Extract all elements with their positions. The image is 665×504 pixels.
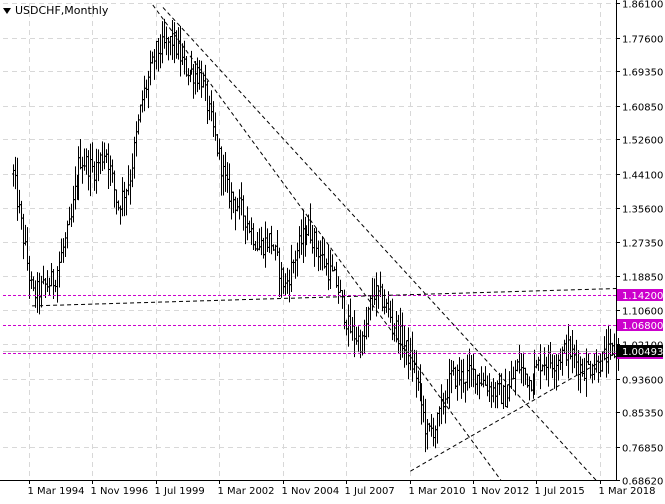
x-tick-label: 1 Mar 2018 [599, 486, 656, 497]
x-tick-label: 1 Nov 2012 [472, 486, 530, 497]
y-tick-label: 1.44100 [622, 171, 663, 182]
y-tick-label: 1.18850 [622, 273, 663, 284]
level-label: 1.06800 [622, 321, 663, 332]
x-tick-label: 1 Mar 1994 [28, 486, 85, 497]
x-tick-label: 1 Jul 1999 [155, 486, 205, 497]
x-tick-label: 1 Jul 2007 [345, 486, 395, 497]
current-price-label: 1.00493 [622, 347, 663, 358]
y-tick-label: 1.86100 [622, 0, 663, 11]
y-tick-label: 0.85350 [622, 409, 663, 420]
level-label: 1.14200 [622, 291, 663, 302]
dropdown-triangle-icon[interactable] [3, 7, 11, 14]
y-tick-labels: 1.86100 1.77600 1.69350 1.60850 1.52600 1.441… [616, 0, 663, 488]
y-tick-label: 0.76850 [622, 444, 663, 455]
x-tick-label: 1 Jul 2015 [535, 486, 585, 497]
y-tick-label: 1.27350 [622, 239, 663, 250]
chart: USDCHF,Monthly 1.86100 1.77600 1.69350 1.60… [0, 0, 665, 500]
y-tick-label: 1.10600 [622, 307, 663, 318]
x-tick-label: 1 Nov 2004 [282, 486, 340, 497]
y-tick-label: 1.52600 [622, 136, 663, 147]
chart-title[interactable]: USDCHF,Monthly [3, 4, 108, 17]
y-tick-label: 1.35600 [622, 205, 663, 216]
x-tick-label: 1 Mar 2002 [218, 486, 275, 497]
price-chart-svg: 1.86100 1.77600 1.69350 1.60850 1.52600 1.441… [0, 0, 665, 500]
y-tick-label: 1.60850 [622, 103, 663, 114]
x-tick-label: 1 Nov 1996 [91, 486, 149, 497]
y-tick-label: 0.93600 [622, 376, 663, 387]
y-tick-label: 1.69350 [622, 68, 663, 79]
x-tick-label: 1 Mar 2010 [409, 486, 466, 497]
y-tick-label: 1.77600 [622, 35, 663, 46]
chart-title-text: USDCHF,Monthly [15, 4, 109, 17]
